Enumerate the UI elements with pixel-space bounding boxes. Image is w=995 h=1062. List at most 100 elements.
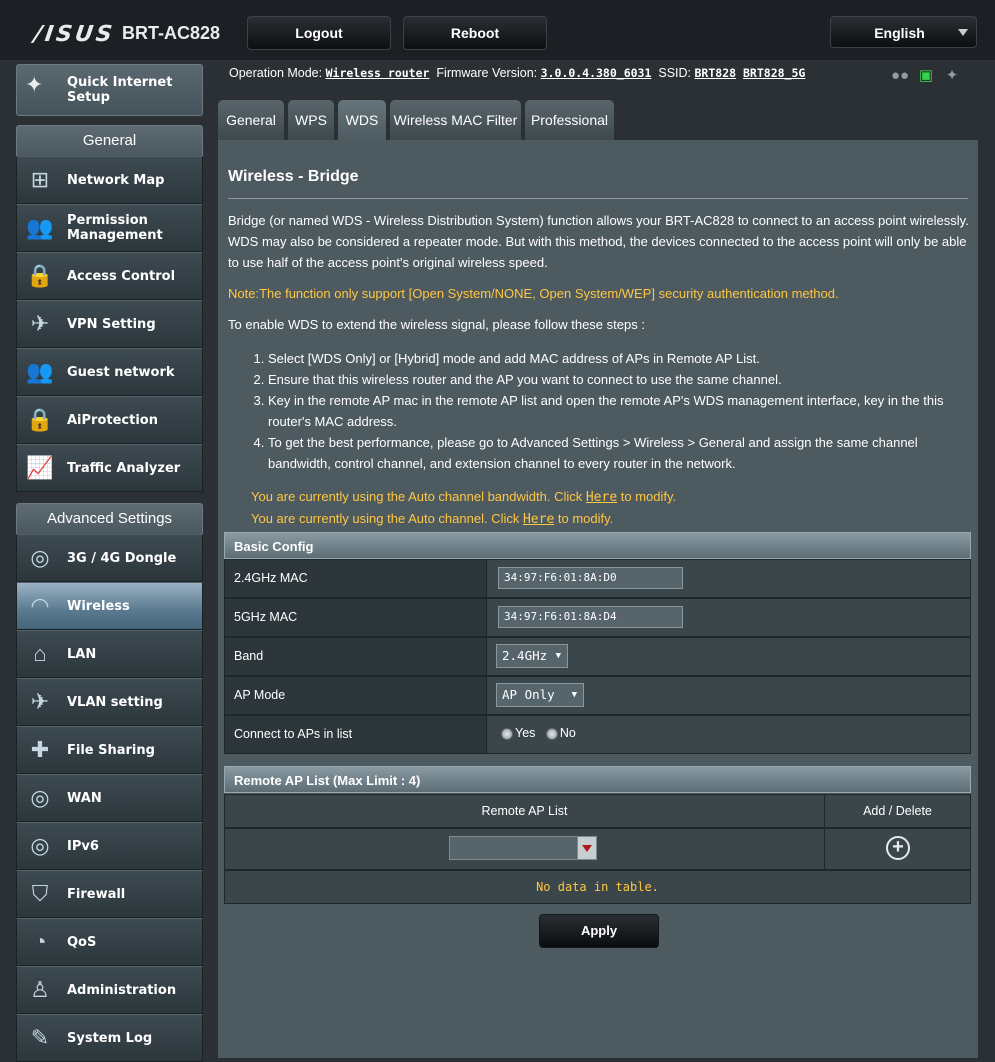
dropdown-arrow-icon[interactable] [577, 837, 596, 859]
sidebar-item-label: File Sharing [67, 742, 155, 758]
sidebar-item-lan[interactable]: ⌂ LAN [16, 630, 203, 678]
sidebar-item-label: AiProtection [67, 412, 158, 428]
chevron-down-icon: ▼ [555, 651, 561, 661]
sidebar-item-network-map[interactable]: ⊞ Network Map [16, 156, 203, 204]
magic-wand-icon: ✦ [25, 72, 44, 97]
tab-general[interactable]: General [218, 100, 284, 140]
operation-mode-label: Operation Mode: [229, 66, 323, 80]
operation-mode-link[interactable]: Wireless router [326, 66, 430, 80]
sidebar-item-3g-4g-dongle[interactable]: ◎ 3G / 4G Dongle [16, 534, 203, 582]
tab-wds[interactable]: WDS [338, 100, 386, 141]
band-select[interactable]: 2.4GHz ▼ [496, 644, 568, 668]
users-icon: 👥 [26, 215, 54, 240]
sidebar-item-label: LAN [67, 646, 97, 662]
step-item: To get the best performance, please go t… [268, 432, 968, 474]
sidebar-item-label: VPN Setting [67, 316, 156, 332]
connect-radio-group: Yes No [501, 726, 576, 740]
channel-notice-suffix: to modify. [554, 511, 614, 526]
step-item: Ensure that this wireless router and the… [268, 369, 968, 390]
intro-text: Bridge (or named WDS - Wireless Distribu… [228, 213, 969, 270]
basic-config-header: Basic Config [224, 532, 971, 559]
globe-icon: ◎ [30, 545, 50, 570]
title-divider [228, 198, 968, 199]
sidebar-item-qos[interactable]: ◔ QoS [16, 918, 203, 966]
ssid-label: SSID: [658, 66, 692, 80]
puzzle-icon: ✚ [30, 737, 50, 762]
quick-setup-label: Quick Internet Setup [67, 75, 173, 105]
globe-icon: ◎ [30, 785, 50, 810]
ssid-link-5g[interactable]: BRT828_5G [743, 66, 805, 80]
reboot-button[interactable]: Reboot [403, 16, 547, 50]
firmware-label: Firmware Version: [436, 66, 538, 80]
sidebar-item-aiprotection[interactable]: 🔒 AiProtection [16, 396, 203, 444]
apmode-value: AP Only [502, 687, 555, 702]
sidebar-item-ipv6[interactable]: ◎ IPv6 [16, 822, 203, 870]
network-status-icon[interactable]: ▣ [916, 66, 936, 84]
remote-ap-combobox[interactable] [449, 836, 597, 860]
apmode-row: AP Mode AP Only ▼ [224, 676, 971, 715]
firmware-link[interactable]: 3.0.0.4.380_6031 [541, 66, 652, 80]
sidebar-item-guest-network[interactable]: 👥 Guest network [16, 348, 203, 396]
lock-icon: 🔒 [26, 263, 54, 288]
status-icons: ●● ▣ ✦ [890, 66, 968, 85]
remote-ap-col-add-delete: Add / Delete [863, 804, 932, 818]
remote-ap-columns: Remote AP List Add / Delete [224, 794, 971, 828]
person-icon: ♙ [30, 977, 50, 1002]
language-label: English [874, 25, 925, 41]
usb-icon[interactable]: ✦ [942, 66, 962, 84]
language-select[interactable]: English [830, 16, 977, 48]
remote-ap-col-list: Remote AP List [225, 795, 825, 827]
apply-button[interactable]: Apply [539, 914, 659, 948]
wifi-icon: ◠ [30, 593, 50, 618]
sidebar-item-label: Access Control [67, 268, 176, 284]
connect-yes-radio[interactable] [501, 727, 513, 740]
apmode-select[interactable]: AP Only ▼ [496, 683, 584, 707]
sidebar-item-administration[interactable]: ♙ Administration [16, 966, 203, 1014]
sidebar-item-wan[interactable]: ◎ WAN [16, 774, 203, 822]
tab-wps[interactable]: WPS [288, 100, 334, 140]
tab-wireless-mac-filter[interactable]: Wireless MAC Filter [390, 100, 521, 140]
sidebar-item-label: Wireless [67, 598, 130, 614]
sidebar-item-label: System Log [67, 1030, 153, 1046]
channel-here-link[interactable]: Here [523, 512, 554, 527]
traffic-icon: 📈 [26, 455, 54, 480]
tab-professional[interactable]: Professional [525, 100, 614, 140]
operation-status-bar: Operation Mode: Wireless router Firmware… [229, 66, 805, 80]
sidebar-item-firewall[interactable]: ⛉ Firewall [16, 870, 203, 918]
no-data-message: No data in table. [224, 870, 971, 904]
vpn-icon: ✈ [30, 311, 50, 336]
sidebar-item-access-control[interactable]: 🔒 Access Control [16, 252, 203, 300]
connect-row: Connect to APs in list Yes No [224, 715, 971, 754]
sidebar-item-label: WAN [67, 790, 102, 806]
logout-button[interactable]: Logout [247, 16, 391, 50]
sidebar-item-vpn-setting[interactable]: ✈ VPN Setting [16, 300, 203, 348]
band-row: Band 2.4GHz ▼ [224, 637, 971, 676]
mac5-row: 5GHz MAC 34:97:F6:01:8A:D4 [224, 598, 971, 637]
sidebar-item-file-sharing[interactable]: ✚ File Sharing [16, 726, 203, 774]
network-map-icon: ⊞ [30, 167, 50, 192]
band-label: Band [225, 638, 487, 675]
sidebar-item-label: Firewall [67, 886, 126, 902]
mac24-field[interactable]: 34:97:F6:01:8A:D0 [498, 567, 683, 589]
bandwidth-here-link[interactable]: Here [586, 490, 617, 505]
sidebar-item-vlan-setting[interactable]: ✈ VLAN setting [16, 678, 203, 726]
sidebar-item-system-log[interactable]: ✎ System Log [16, 1014, 203, 1062]
add-circle-icon[interactable]: + [886, 836, 910, 860]
connect-no-radio[interactable] [545, 727, 558, 740]
mac24-label: 2.4GHz MAC [225, 560, 487, 597]
remote-ap-input-cell [225, 829, 825, 869]
clients-icon[interactable]: ●● [890, 67, 910, 84]
note-text: Note:The function only support [Open Sys… [228, 286, 839, 301]
connect-label: Connect to APs in list [225, 716, 487, 753]
sidebar-item-traffic-analyzer[interactable]: 📈 Traffic Analyzer [16, 444, 203, 492]
steps-list: Select [WDS Only] or [Hybrid] mode and a… [228, 348, 968, 474]
sidebar-item-wireless[interactable]: ◠ Wireless [16, 582, 203, 630]
chevron-down-icon [958, 29, 968, 36]
sidebar-item-permission-management[interactable]: 👥 Permission Management [16, 204, 203, 252]
mac5-label: 5GHz MAC [225, 599, 487, 636]
ssid-link-24[interactable]: BRT828 [695, 66, 737, 80]
mac5-field[interactable]: 34:97:F6:01:8A:D4 [498, 606, 683, 628]
step-item: Select [WDS Only] or [Hybrid] mode and a… [268, 348, 968, 369]
quick-internet-setup-button[interactable]: ✦ Quick Internet Setup [16, 64, 203, 116]
ipv6-icon: ◎ [30, 833, 50, 858]
